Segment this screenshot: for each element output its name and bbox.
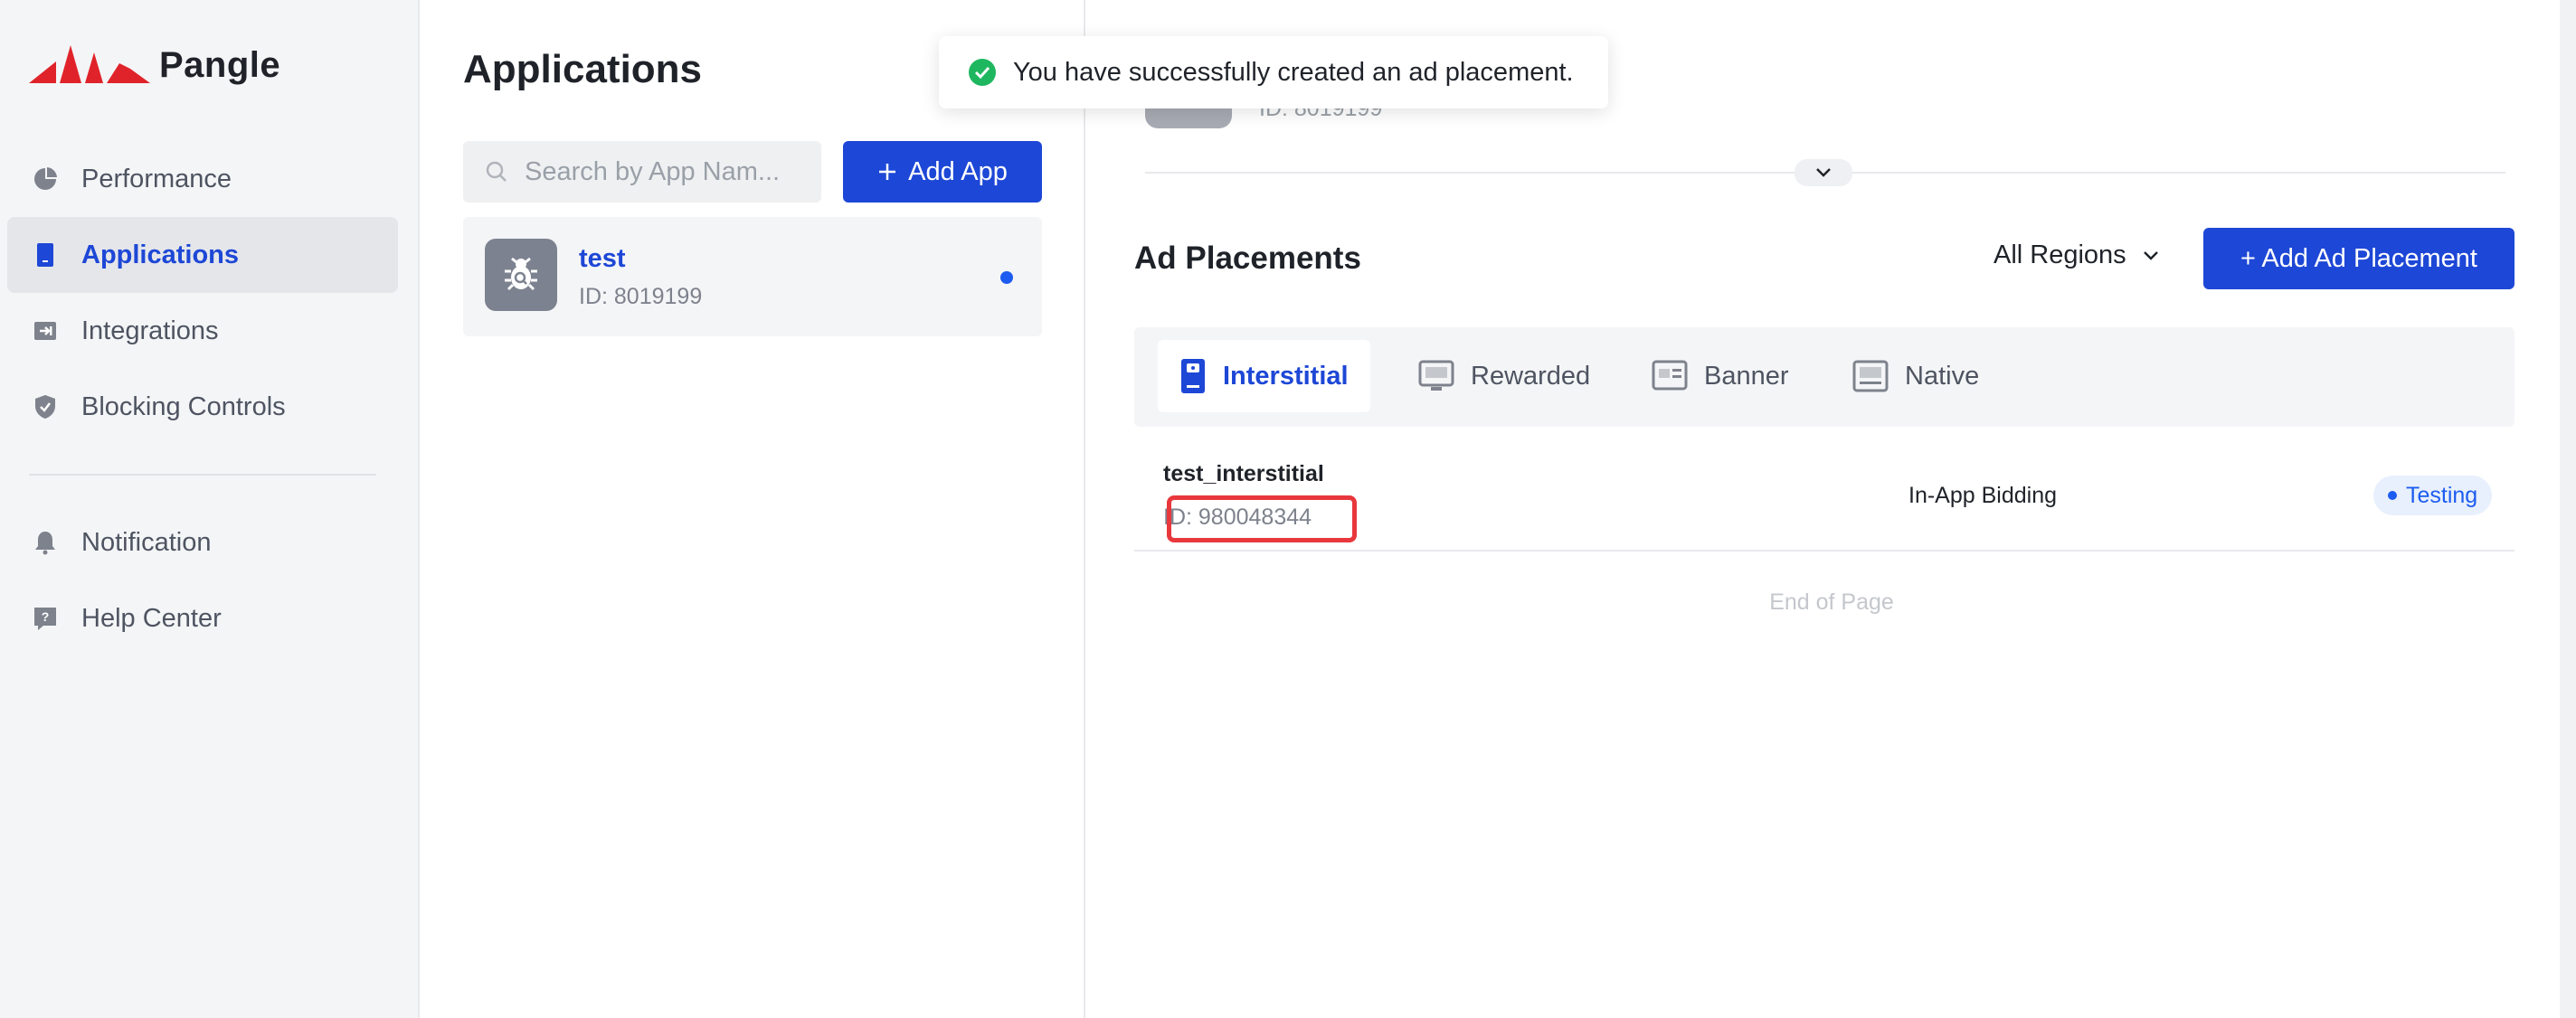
sidebar-item-blocking-controls[interactable]: Blocking Controls [7,369,398,445]
brand-name: Pangle [159,44,281,85]
sidebar-item-label: Help Center [81,603,222,633]
native-icon [1852,360,1889,392]
sidebar-item-performance[interactable]: Performance [7,141,398,217]
toast-message: You have successfully created an ad plac… [1013,57,1574,87]
chevron-down-icon [2143,250,2158,260]
sidebar-item-applications[interactable]: Applications [7,217,398,293]
tab-banner[interactable]: Banner [1630,340,1811,412]
sidebar-nav: Performance Applications Integrations Bl… [7,141,398,656]
tab-label: Banner [1704,361,1789,391]
page-title: Applications [463,47,703,91]
shield-icon [33,394,58,419]
add-app-label: Add App [908,156,1008,186]
region-select[interactable]: All Regions [1994,240,2159,270]
interstitial-icon [1181,359,1205,393]
ad-placements-title: Ad Placements [1134,240,1361,276]
applications-panel: Applications Add App test ID: 8019199 [421,0,1085,1018]
app-name[interactable]: test [579,244,626,274]
search-input[interactable] [525,156,814,187]
help-icon: ? [33,606,58,631]
rewarded-icon [1418,360,1454,391]
sidebar-item-label: Performance [81,164,232,193]
sidebar-divider [29,474,376,476]
sidebar-item-notification[interactable]: Notification [7,504,398,580]
bug-icon [485,239,557,311]
tab-label: Native [1905,361,1980,391]
app-card[interactable]: test ID: 8019199 [463,217,1042,336]
tab-rewarded[interactable]: Rewarded [1397,340,1612,412]
sidebar-item-label: Blocking Controls [81,391,286,421]
placement-name[interactable]: test_interstitial [1163,461,1324,487]
tab-native[interactable]: Native [1831,340,2001,412]
success-toast: You have successfully created an ad plac… [939,36,1608,108]
scrollbar[interactable] [2560,0,2576,1018]
phone-icon [33,242,58,268]
bidding-type: In-App Bidding [1908,483,2058,508]
status-label: Testing [2406,482,2478,508]
status-dot-icon [2388,491,2397,500]
region-value: All Regions [1994,240,2126,269]
plus-icon [879,164,896,180]
chevron-down-icon [1816,168,1831,177]
tab-label: Interstitial [1223,361,1349,391]
search-icon [486,161,507,182]
ad-format-tabs: Interstitial Rewarded Banner Native [1134,327,2514,427]
integration-icon [33,318,58,344]
tab-interstitial[interactable]: Interstitial [1158,340,1370,412]
selected-dot-icon [1000,271,1013,284]
sidebar: Pangle Performance Applications Integrat… [0,0,420,1018]
add-placement-label: + Add Ad Placement [2240,243,2477,273]
pie-chart-icon [33,166,58,192]
bell-icon [33,530,58,555]
app-id: ID: 8019199 [579,284,703,309]
banner-icon [1652,360,1688,391]
sidebar-item-label: Notification [81,527,212,557]
sidebar-item-integrations[interactable]: Integrations [7,293,398,369]
brand-logo[interactable]: Pangle [29,43,280,87]
tab-label: Rewarded [1471,361,1591,391]
collapse-toggle[interactable] [1795,159,1852,186]
add-app-button[interactable]: Add App [843,141,1042,203]
svg-text:?: ? [42,609,50,624]
status-badge: Testing [2373,476,2493,515]
check-circle-icon [969,59,996,86]
sidebar-item-label: Integrations [81,316,219,345]
sidebar-item-help-center[interactable]: ? Help Center [7,580,398,656]
sidebar-item-label: Applications [81,240,240,269]
highlight-box [1167,495,1357,542]
end-of-page: End of Page [1769,589,1894,615]
pangle-logo-icon [29,45,150,83]
add-ad-placement-button[interactable]: + Add Ad Placement [2203,228,2514,289]
search-box[interactable] [463,141,821,203]
